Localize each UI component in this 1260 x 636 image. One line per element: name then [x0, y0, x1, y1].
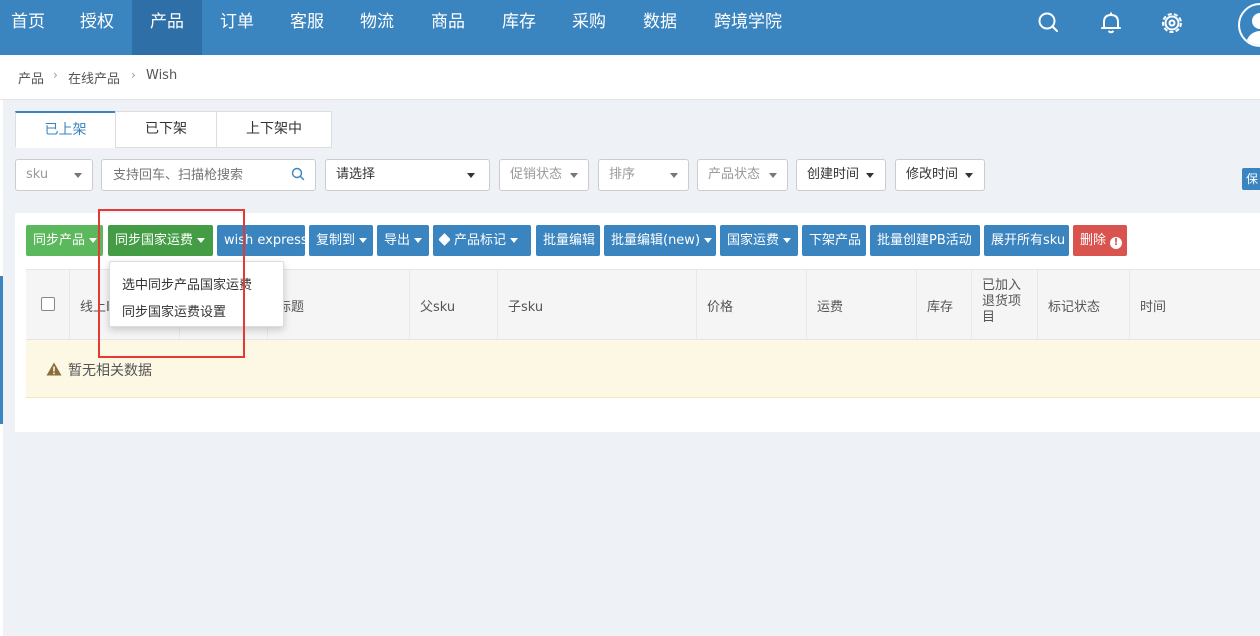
sort-label: 排序 [609, 167, 636, 182]
breadcrumb-item-products[interactable]: 产品 [18, 68, 44, 87]
choose-select[interactable]: 请选择 [325, 159, 490, 191]
left-edge-indicator [0, 100, 3, 636]
breadcrumb-item-online-products[interactable]: 在线产品 [68, 68, 120, 87]
column-header-parent-sku[interactable]: 父sku [410, 270, 498, 339]
copy-to-button[interactable]: 复制到 [309, 225, 373, 256]
breadcrumb: 产品 › 在线产品 › Wish [0, 55, 1260, 100]
select-all-checkbox[interactable] [41, 297, 55, 311]
chevron-down-icon [414, 238, 423, 243]
batch-create-pb-button[interactable]: 批量创建PB活动 [870, 225, 980, 256]
nav-item-academy[interactable]: 跨境学院 [700, 0, 796, 55]
chevron-down-icon [359, 238, 368, 243]
batch-edit-new-label: 批量编辑(new) [611, 233, 701, 248]
export-label: 导出 [384, 233, 411, 248]
nav-item-logistics[interactable]: 物流 [342, 0, 412, 55]
promo-status-label: 促销状态 [510, 167, 563, 182]
warning-icon [46, 362, 62, 376]
highlight-annotation-box [98, 209, 245, 358]
product-mark-label: 产品标记 [454, 233, 507, 248]
select-all-column [26, 270, 70, 339]
export-button[interactable]: 导出 [377, 225, 429, 256]
tag-icon [438, 233, 451, 246]
tab-listing-in-progress[interactable]: 上下架中 [216, 111, 332, 148]
column-header-price[interactable]: 价格 [697, 270, 807, 339]
create-time-label: 创建时间 [807, 167, 860, 182]
modify-time-label: 修改时间 [906, 167, 959, 182]
nav-item-data[interactable]: 数据 [624, 0, 696, 55]
bell-icon[interactable] [1098, 10, 1124, 36]
column-header-shipping[interactable]: 运费 [807, 270, 917, 339]
expand-all-sku-button[interactable]: 展开所有sku [984, 225, 1069, 256]
column-header-stock[interactable]: 库存 [917, 270, 972, 339]
breadcrumb-item-wish: Wish [146, 68, 178, 83]
column-header-child-sku[interactable]: 子sku [498, 270, 697, 339]
create-time-sort-button[interactable]: 创建时间 [796, 159, 886, 191]
chevron-down-icon [74, 173, 82, 178]
search-input[interactable] [101, 159, 316, 191]
country-shipping-label: 国家运费 [727, 233, 780, 248]
product-status-select[interactable]: 产品状态 [697, 159, 788, 191]
chevron-down-icon [570, 173, 578, 178]
batch-edit-new-button[interactable]: 批量编辑(new) [604, 225, 716, 256]
column-header-time[interactable]: 时间 [1130, 270, 1260, 339]
chevron-down-icon [510, 238, 519, 243]
choose-select-value: 请选择 [336, 167, 376, 182]
country-shipping-button[interactable]: 国家运费 [720, 225, 798, 256]
nav-item-auth[interactable]: 授权 [62, 0, 132, 55]
chevron-right-icon: › [131, 68, 136, 82]
chevron-down-icon [704, 238, 713, 243]
sync-product-label: 同步产品 [33, 233, 86, 248]
nav-item-goods[interactable]: 商品 [412, 0, 484, 55]
promo-status-select[interactable]: 促销状态 [499, 159, 589, 191]
delete-button[interactable]: 删除! [1073, 225, 1127, 256]
empty-state-text: 暂无相关数据 [68, 363, 152, 379]
delist-product-button[interactable]: 下架产品 [802, 225, 866, 256]
sort-select[interactable]: 排序 [598, 159, 689, 191]
gear-icon[interactable] [1159, 10, 1185, 36]
batch-edit-button[interactable]: 批量编辑 [536, 225, 600, 256]
chevron-down-icon [965, 173, 973, 178]
search-icon[interactable] [291, 167, 305, 181]
search-icon[interactable] [1036, 10, 1062, 36]
nav-item-purchase[interactable]: 采购 [554, 0, 624, 55]
chevron-right-icon: › [53, 68, 58, 82]
product-status-label: 产品状态 [708, 167, 761, 182]
column-header-title[interactable]: 标题 [268, 270, 410, 339]
sku-select[interactable]: sku [15, 159, 93, 191]
chevron-down-icon [670, 173, 678, 178]
nav-item-orders[interactable]: 订单 [202, 0, 272, 55]
column-header-mark-status[interactable]: 标记状态 [1038, 270, 1130, 339]
chevron-down-icon [467, 173, 475, 178]
modify-time-sort-button[interactable]: 修改时间 [895, 159, 985, 191]
avatar-icon[interactable] [1238, 3, 1260, 47]
nav-item-home[interactable]: 首页 [0, 0, 56, 55]
chevron-down-icon [89, 238, 98, 243]
nav-item-service[interactable]: 客服 [272, 0, 342, 55]
tab-listed[interactable]: 已上架 [15, 111, 116, 148]
delete-label: 删除 [1080, 233, 1107, 248]
chevron-down-icon [769, 173, 777, 178]
copy-to-label: 复制到 [316, 233, 356, 248]
exclamation-icon: ! [1110, 237, 1123, 249]
tab-delisted[interactable]: 已下架 [115, 111, 217, 148]
sku-select-value: sku [26, 167, 49, 182]
sync-product-button[interactable]: 同步产品 [26, 225, 103, 256]
product-mark-button[interactable]: 产品标记 [433, 225, 531, 256]
column-header-return-program[interactable]: 已加入退货项目 [972, 270, 1038, 339]
chevron-down-icon [866, 173, 874, 178]
save-button[interactable]: 保 [1242, 168, 1260, 190]
nav-item-inventory[interactable]: 库存 [484, 0, 554, 55]
nav-item-products[interactable]: 产品 [132, 0, 202, 55]
chevron-down-icon [783, 238, 792, 243]
top-nav: 首页 授权 产品 订单 客服 物流 商品 库存 采购 数据 跨境学院 [0, 0, 1260, 55]
